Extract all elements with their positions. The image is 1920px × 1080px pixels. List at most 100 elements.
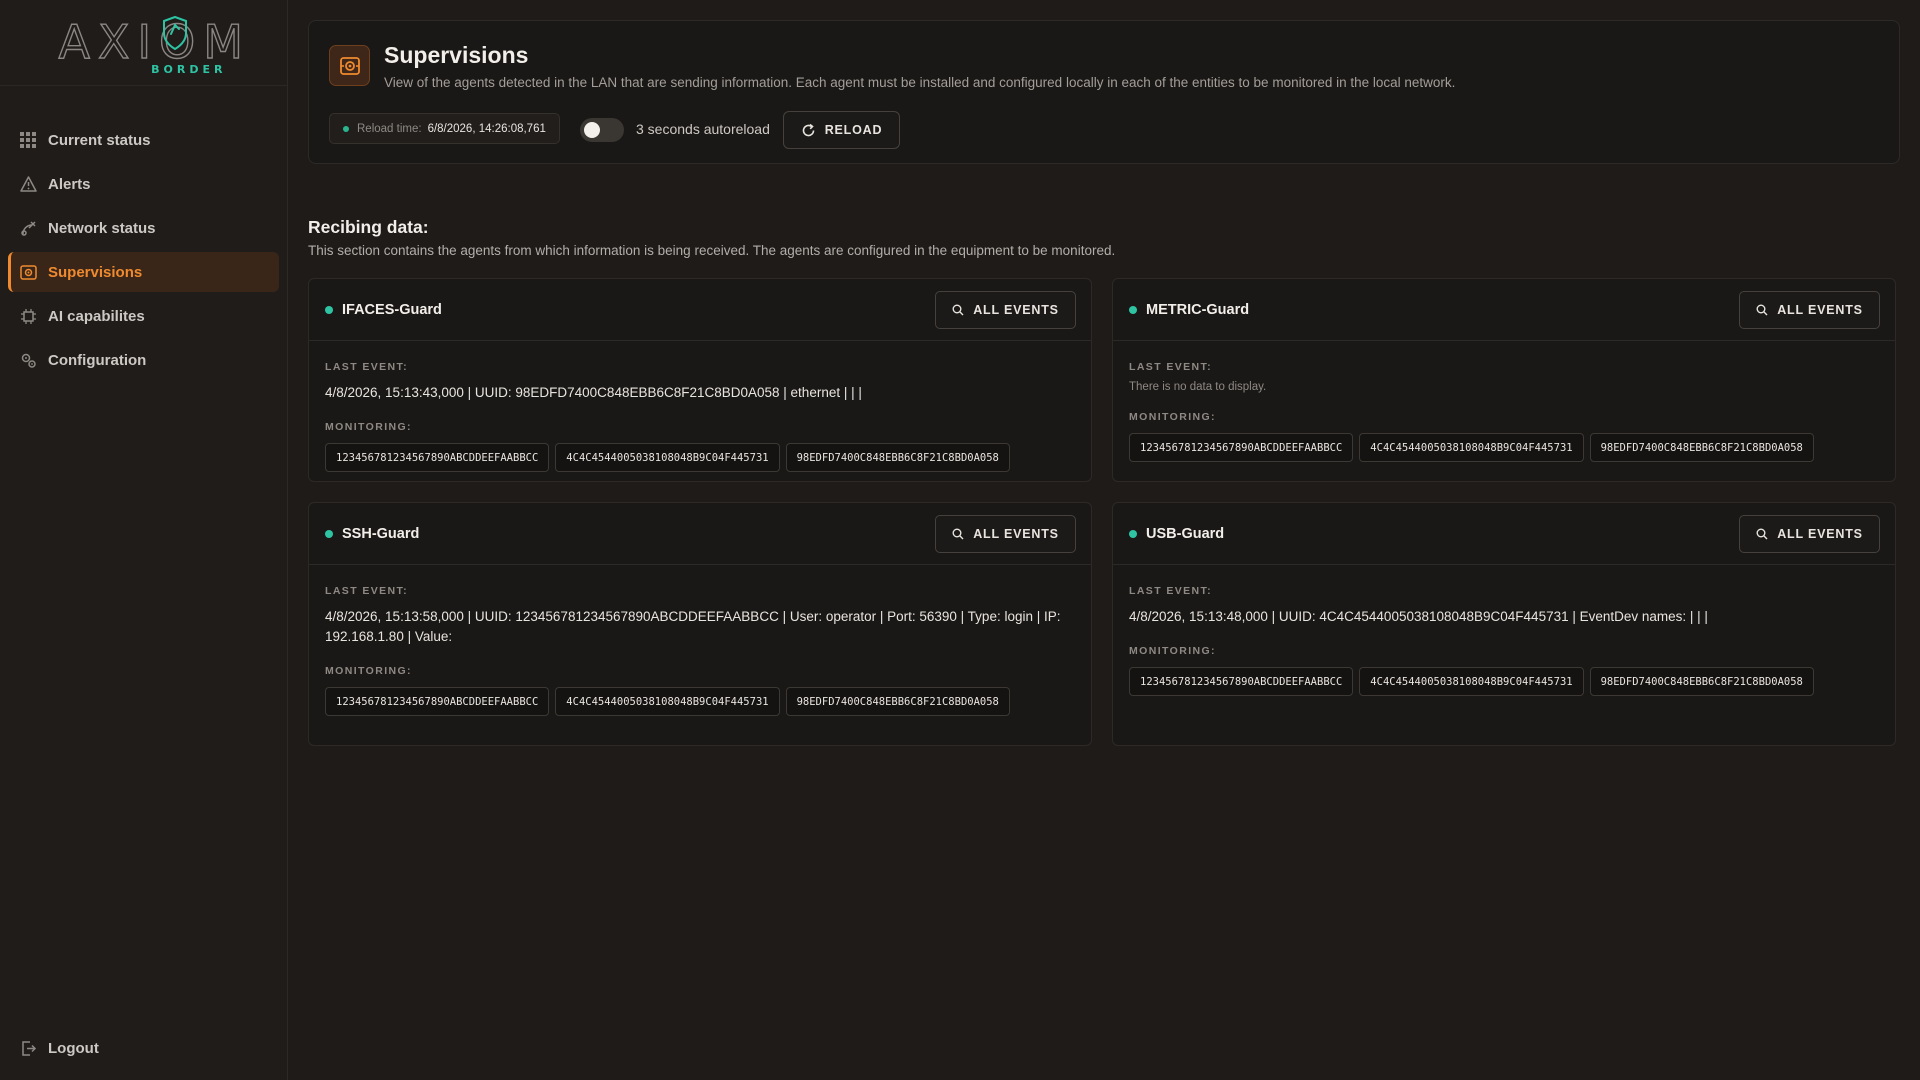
monitoring-label: MONITORING:: [325, 421, 412, 433]
last-event-value: 4/8/2026, 15:13:58,000 | UUID: 123456781…: [325, 609, 1061, 644]
monitoring-list: 123456781234567890ABCDDEEFAABBCC 4C4C454…: [325, 443, 1075, 472]
all-events-button[interactable]: ALL EVENTS: [1739, 291, 1880, 329]
supervision-icon: [19, 263, 37, 281]
reload-button-label: RELOAD: [824, 123, 883, 137]
section-description: This section contains the agents from wh…: [308, 243, 1116, 258]
agent-name: METRIC-Guard: [1146, 301, 1250, 318]
all-events-label: ALL EVENTS: [1777, 303, 1863, 317]
agent-name: USB-Guard: [1146, 525, 1225, 542]
autoreload-label: 3 seconds autoreload: [636, 121, 770, 137]
monitoring-uuid-chip: 98EDFD7400C848EBB6C8F21C8BD0A058: [1589, 433, 1814, 462]
logo-subtitle: BORDER: [151, 62, 227, 76]
sidebar-item-label: Current status: [48, 131, 151, 149]
logout-icon: [19, 1039, 37, 1057]
grid-icon: [19, 131, 37, 149]
status-dot-icon: [325, 529, 333, 538]
all-events-label: ALL EVENTS: [973, 527, 1059, 541]
monitoring-uuid-chip: 4C4C4544005038108048B9C04F445731: [1359, 433, 1584, 462]
monitoring-uuid-chip: 123456781234567890ABCDDEEFAABBCC: [1129, 433, 1354, 462]
sidebar-item-label: Configuration: [48, 351, 147, 369]
status-dot-icon: [343, 125, 349, 132]
sidebar-nav: Current status Alerts Network status Sup…: [0, 86, 287, 380]
sidebar-item-label: AI capabilites: [48, 307, 145, 325]
all-events-button[interactable]: ALL EVENTS: [935, 291, 1076, 329]
autoreload-toggle[interactable]: [580, 118, 624, 142]
monitoring-label: MONITORING:: [325, 665, 412, 677]
sidebar-item-label: Supervisions: [48, 263, 143, 281]
reload-time-badge: Reload time: 6/8/2026, 14:26:08,761: [329, 113, 560, 144]
monitoring-uuid-chip: 123456781234567890ABCDDEEFAABBCC: [1129, 667, 1354, 696]
page-title: Supervisions: [384, 42, 529, 68]
logo[interactable]: AXIOM BORDER: [58, 13, 244, 76]
refresh-icon: [802, 123, 815, 136]
monitoring-uuid-chip: 98EDFD7400C848EBB6C8F21C8BD0A058: [785, 687, 1010, 716]
sidebar-item-alerts[interactable]: Alerts: [8, 164, 279, 204]
supervision-icon: [329, 45, 370, 86]
agent-card-body: LAST EVENT: 4/8/2026, 15:13:58,000 | UUI…: [309, 565, 1091, 730]
monitoring-list: 123456781234567890ABCDDEEFAABBCC 4C4C454…: [1129, 667, 1879, 696]
monitoring-uuid-chip: 98EDFD7400C848EBB6C8F21C8BD0A058: [785, 443, 1010, 472]
search-icon: [1756, 304, 1768, 316]
status-dot-icon: [1129, 529, 1137, 538]
last-event-value: 4/8/2026, 15:13:43,000 | UUID: 98EDFD740…: [325, 385, 862, 400]
sidebar-item-ai-capabilites[interactable]: AI capabilites: [8, 296, 279, 336]
agent-card-metric-guard: METRIC-Guard ALL EVENTS LAST EVENT: Ther…: [1112, 278, 1896, 482]
last-event-label: LAST EVENT:: [325, 585, 409, 597]
toggle-knob: [584, 122, 600, 138]
agent-card-body: LAST EVENT: There is no data to display.…: [1113, 341, 1895, 476]
shield-logo-icon: [162, 15, 187, 50]
agent-card-body: LAST EVENT: 4/8/2026, 15:13:43,000 | UUI…: [309, 341, 1091, 486]
reload-button[interactable]: RELOAD: [783, 111, 900, 149]
sidebar-item-current-status[interactable]: Current status: [8, 120, 279, 160]
gears-icon: [19, 351, 37, 369]
search-icon: [952, 304, 964, 316]
status-dot-icon: [1129, 305, 1137, 314]
sidebar-item-label: Network status: [48, 219, 156, 237]
agent-card-header: SSH-Guard ALL EVENTS: [309, 503, 1091, 565]
no-data-message: There is no data to display.: [1129, 381, 1267, 393]
sidebar: AXIOM BORDER Current status Alerts Netwo…: [0, 0, 288, 1080]
logo-text: AXIOM: [58, 14, 251, 69]
sidebar-item-network-status[interactable]: Network status: [8, 208, 279, 248]
all-events-label: ALL EVENTS: [1777, 527, 1863, 541]
agent-card-ifaces-guard: IFACES-Guard ALL EVENTS LAST EVENT: 4/8/…: [308, 278, 1092, 482]
monitoring-uuid-chip: 4C4C4544005038108048B9C04F445731: [555, 443, 780, 472]
all-events-button[interactable]: ALL EVENTS: [935, 515, 1076, 553]
sidebar-item-configuration[interactable]: Configuration: [8, 340, 279, 380]
sidebar-item-label: Alerts: [48, 175, 91, 193]
all-events-button[interactable]: ALL EVENTS: [1739, 515, 1880, 553]
agent-name: IFACES-Guard: [342, 301, 442, 318]
agent-card-ssh-guard: SSH-Guard ALL EVENTS LAST EVENT: 4/8/202…: [308, 502, 1092, 746]
agent-card-header: USB-Guard ALL EVENTS: [1113, 503, 1895, 565]
warning-icon: [19, 175, 37, 193]
last-event-label: LAST EVENT:: [1129, 585, 1213, 597]
monitoring-uuid-chip: 123456781234567890ABCDDEEFAABBCC: [325, 687, 550, 716]
search-icon: [952, 528, 964, 540]
sidebar-item-supervisions[interactable]: Supervisions: [8, 252, 279, 292]
page-description: View of the agents detected in the LAN t…: [384, 75, 1456, 90]
logout-button[interactable]: Logout: [8, 1028, 280, 1068]
main-content: Supervisions View of the agents detected…: [308, 20, 1900, 746]
section-title: Recibing data:: [308, 217, 429, 237]
monitoring-list: 123456781234567890ABCDDEEFAABBCC 4C4C454…: [1129, 433, 1879, 462]
last-event-value: 4/8/2026, 15:13:48,000 | UUID: 4C4C45440…: [1129, 609, 1708, 624]
monitoring-uuid-chip: 4C4C4544005038108048B9C04F445731: [1359, 667, 1584, 696]
monitoring-uuid-chip: 4C4C4544005038108048B9C04F445731: [555, 687, 780, 716]
page-header: Supervisions View of the agents detected…: [308, 20, 1900, 164]
agent-card-usb-guard: USB-Guard ALL EVENTS LAST EVENT: 4/8/202…: [1112, 502, 1896, 746]
monitoring-uuid-chip: 98EDFD7400C848EBB6C8F21C8BD0A058: [1589, 667, 1814, 696]
monitoring-uuid-chip: 123456781234567890ABCDDEEFAABBCC: [325, 443, 550, 472]
last-event-label: LAST EVENT:: [1129, 361, 1213, 373]
satellite-icon: [19, 219, 37, 237]
monitoring-label: MONITORING:: [1129, 645, 1216, 657]
reload-time-label: Reload time:: [357, 122, 422, 135]
logout-label: Logout: [48, 1039, 99, 1057]
status-dot-icon: [325, 305, 333, 314]
agent-card-header: IFACES-Guard ALL EVENTS: [309, 279, 1091, 341]
all-events-label: ALL EVENTS: [973, 303, 1059, 317]
ai-chip-icon: [19, 307, 37, 325]
reload-time-value: 6/8/2026, 14:26:08,761: [427, 122, 546, 135]
agent-card-header: METRIC-Guard ALL EVENTS: [1113, 279, 1895, 341]
last-event-label: LAST EVENT:: [325, 361, 409, 373]
search-icon: [1756, 528, 1768, 540]
